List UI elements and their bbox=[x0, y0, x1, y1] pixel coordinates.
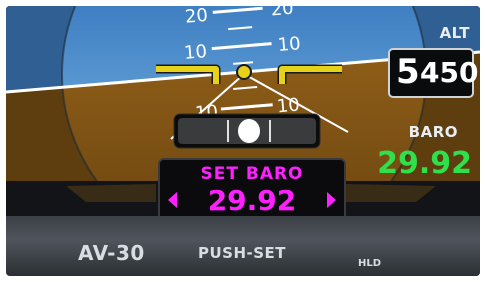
altitude-hundreds: 450 bbox=[420, 56, 479, 89]
pitch-label: 20 bbox=[270, 6, 295, 21]
push-set-label: PUSH-SET bbox=[198, 244, 287, 262]
bezel-bottom: AV-30 PUSH-SET HLD bbox=[6, 216, 480, 276]
slip-indicator bbox=[173, 113, 321, 149]
set-baro-popup[interactable]: SET BARO 29.92 bbox=[158, 158, 346, 216]
instrument-bezel: 20 20 10 10 10 10 ALT 5 450 BARO 29.92 S… bbox=[6, 6, 480, 276]
set-baro-title: SET BARO bbox=[200, 164, 304, 184]
set-baro-value: 29.92 bbox=[207, 184, 297, 216]
slip-ball bbox=[238, 119, 260, 143]
altitude-label: ALT bbox=[439, 24, 470, 42]
increase-arrow-icon[interactable] bbox=[327, 192, 336, 208]
brand-label: AV-30 bbox=[78, 241, 145, 265]
pitch-label: 10 bbox=[277, 33, 302, 56]
baro-label: BARO bbox=[408, 123, 458, 141]
altitude-readout: 5 450 bbox=[388, 48, 478, 98]
hold-label: HLD bbox=[358, 258, 382, 269]
altitude-thousands: 5 bbox=[396, 52, 420, 92]
av30-instrument: 20 20 10 10 10 10 ALT 5 450 BARO 29.92 S… bbox=[0, 0, 485, 282]
pitch-label: 20 bbox=[184, 6, 209, 28]
pitch-label: 10 bbox=[183, 41, 208, 64]
display-screen: 20 20 10 10 10 10 ALT 5 450 BARO 29.92 S… bbox=[6, 6, 480, 216]
baro-value: 29.92 bbox=[377, 146, 472, 181]
